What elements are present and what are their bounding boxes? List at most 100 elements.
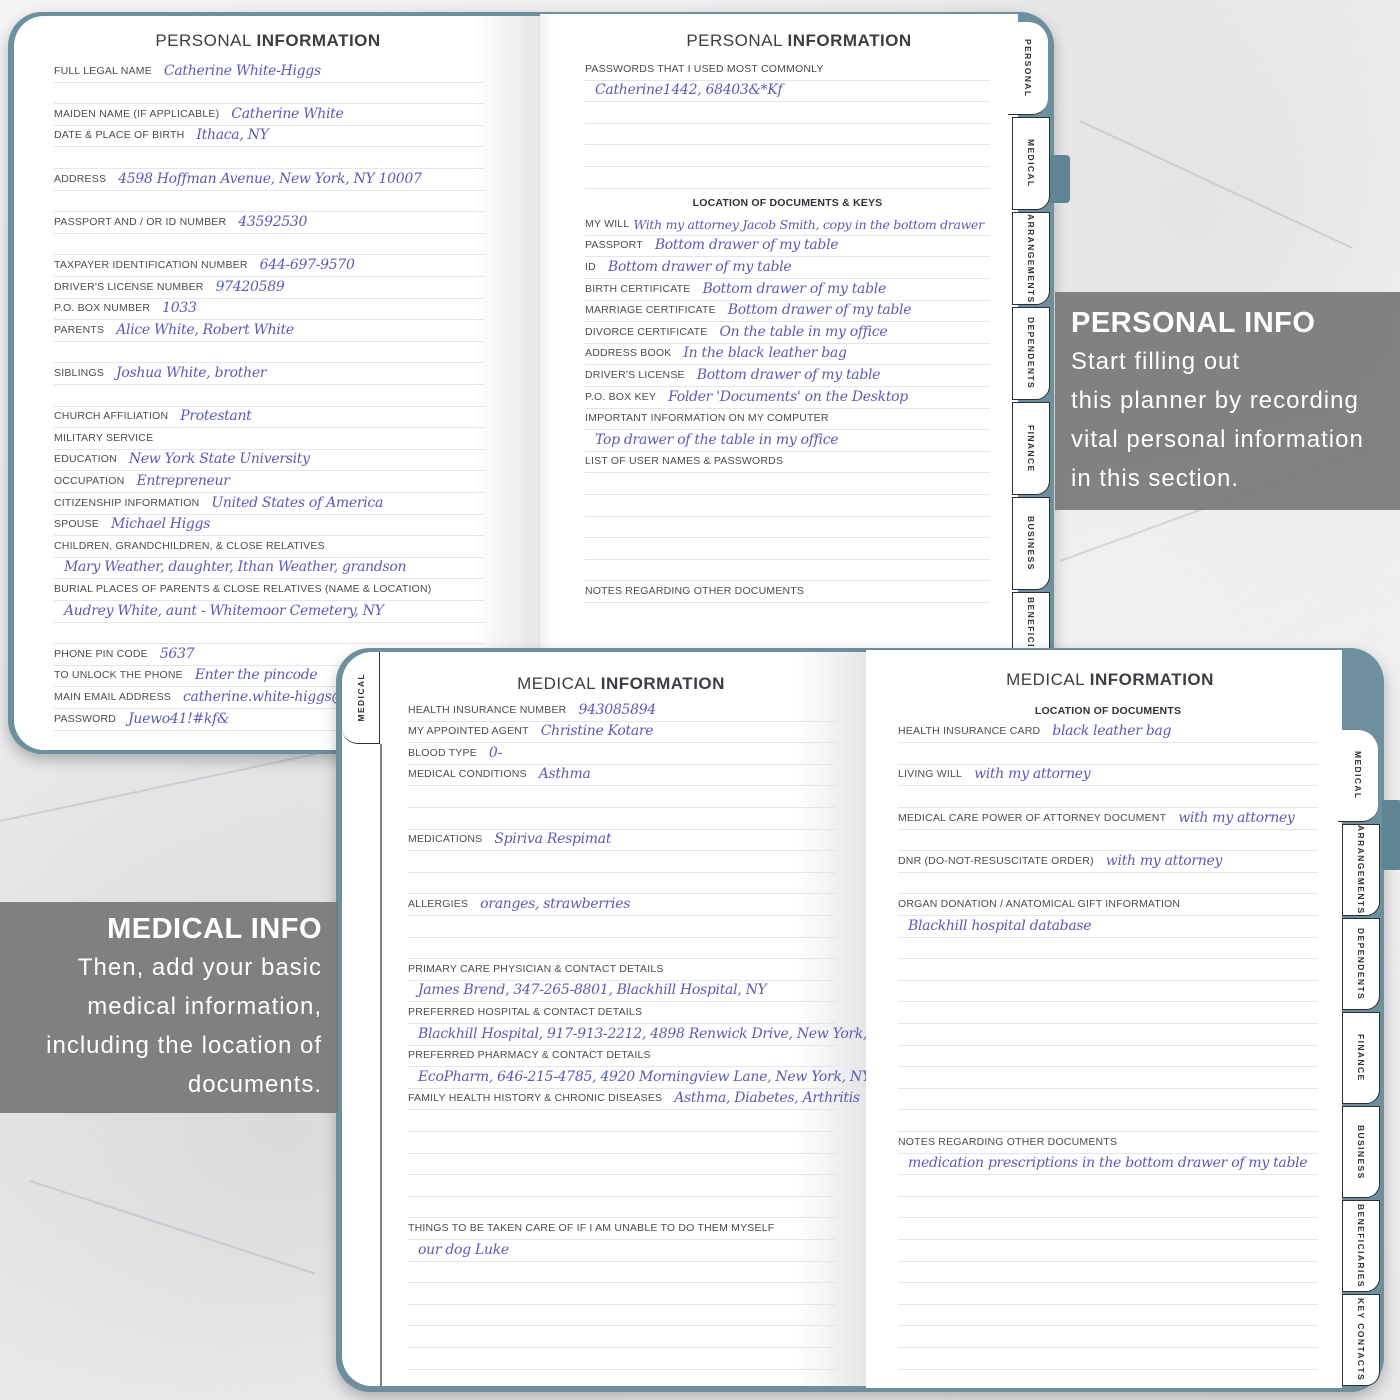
tab-business[interactable]: BUSINESS xyxy=(1012,497,1050,590)
tab-dependents[interactable]: DEPENDENTS xyxy=(1342,918,1380,1010)
handwritten-value[interactable]: 0- xyxy=(489,745,502,764)
handwritten-value[interactable]: with my attorney xyxy=(974,766,1091,785)
ruled-line xyxy=(408,1326,836,1348)
handwritten-value[interactable]: Bottom drawer of my table xyxy=(608,259,792,278)
form-row: NOTES REGARDING OTHER DOCUMENTS xyxy=(898,1132,1318,1154)
handwritten-value[interactable]: With my attorney Jacob Smith, copy in th… xyxy=(633,217,984,235)
handwritten-value[interactable]: Catherine White xyxy=(231,106,344,125)
handwritten-value[interactable]: our dog Luke xyxy=(418,1242,509,1261)
handwritten-value[interactable]: Asthma, Diabetes, Arthritis xyxy=(674,1090,860,1109)
tab-label: MEDICAL xyxy=(355,673,366,722)
handwritten-value[interactable]: Bottom drawer of my table xyxy=(697,367,881,386)
ruled-line xyxy=(408,1154,836,1176)
form-row: HEALTH INSURANCE CARD black leather bag xyxy=(898,722,1318,744)
handwritten-value[interactable]: Blackhill Hospital, 917-913-2212, 4898 R… xyxy=(418,1026,866,1045)
handwritten-value[interactable]: United States of America xyxy=(211,495,383,514)
form-row: PASSPORT Bottom drawer of my table xyxy=(585,236,990,258)
handwritten-value[interactable]: 97420589 xyxy=(216,279,285,298)
ruled-line xyxy=(898,1067,1318,1089)
form-row: MAIDEN NAME (IF APPLICABLE) Catherine Whi… xyxy=(54,104,484,126)
handwritten-value[interactable]: In the black leather bag xyxy=(683,345,846,364)
callout-line: Start filling out xyxy=(1071,348,1241,375)
ribbon-bookmark[interactable] xyxy=(1048,155,1070,203)
tab-arrangements[interactable]: ARRANGEMENTS xyxy=(1342,824,1380,916)
ruled-line xyxy=(54,385,484,407)
tab-arrangements[interactable]: ARRANGEMENTS xyxy=(1012,212,1050,305)
handwritten-value[interactable]: Bottom drawer of my table xyxy=(728,302,912,321)
handwritten-value[interactable]: Protestant xyxy=(180,408,252,427)
ruled-line xyxy=(585,538,990,560)
handwritten-value[interactable]: Mary Weather, daughter, Ithan Weather, g… xyxy=(64,559,407,578)
tab-finance[interactable]: FINANCE xyxy=(1012,402,1050,495)
handwritten-value[interactable]: Entrepreneur xyxy=(136,473,230,492)
handwritten-value[interactable]: James Brend, 347-265-8801, Blackhill Hos… xyxy=(418,982,767,1001)
tab-medical[interactable]: MEDICAL xyxy=(1012,117,1050,210)
form-row: MARRIAGE CERTIFICATE Bottom drawer of my … xyxy=(585,301,990,323)
handwritten-value[interactable]: New York State University xyxy=(129,451,310,470)
form-row: FULL LEGAL NAME Catherine White-Higgs xyxy=(54,61,484,83)
field-label: SPOUSE xyxy=(54,518,99,531)
handwritten-value[interactable]: 5637 xyxy=(160,646,195,665)
ruled-line xyxy=(54,342,484,364)
handwritten-value[interactable]: Bottom drawer of my table xyxy=(655,237,839,256)
side-tab-medical[interactable]: MEDICAL xyxy=(342,652,380,744)
handwritten-value[interactable]: Michael Higgs xyxy=(111,516,210,535)
tab-business[interactable]: BUSINESS xyxy=(1342,1106,1380,1198)
handwritten-value[interactable]: EcoPharm, 646-215-4785, 4920 Morningview… xyxy=(418,1069,866,1088)
section-heading-row: LOCATION OF DOCUMENTS xyxy=(898,700,1318,722)
handwritten-value[interactable]: Christine Kotare xyxy=(541,723,654,742)
handwritten-value[interactable]: 644-697-9570 xyxy=(260,257,355,276)
field-label: DIVORCE CERTIFICATE xyxy=(585,325,708,338)
handwritten-value[interactable]: 943085894 xyxy=(578,702,656,721)
tab-personal[interactable]: PERSONAL xyxy=(1008,22,1048,115)
handwritten-value[interactable]: Ithaca, NY xyxy=(196,127,268,146)
handwritten-value[interactable]: 1033 xyxy=(162,300,197,319)
handwritten-value[interactable]: Audrey White, aunt - Whitemoor Cemetery,… xyxy=(64,603,384,622)
handwritten-value[interactable]: Top drawer of the table in my office xyxy=(595,432,839,451)
ribbon-bookmark[interactable] xyxy=(1382,800,1400,870)
handwritten-value[interactable]: Catherine White-Higgs xyxy=(164,63,321,82)
handwritten-value[interactable]: catherine.white-higgs@w xyxy=(183,689,357,708)
field-label: CITIZENSHIP INFORMATION xyxy=(54,496,200,509)
handwritten-value[interactable]: Folder 'Documents' on the Desktop xyxy=(668,389,908,408)
tab-key-contacts[interactable]: KEY CONTACTS xyxy=(1342,1294,1380,1386)
ruled-line xyxy=(408,873,836,895)
ruled-line xyxy=(898,1348,1318,1370)
handwritten-value[interactable]: 4598 Hoffman Avenue, New York, NY 10007 xyxy=(118,171,422,190)
form-row: PREFERRED PHARMACY & CONTACT DETAILS xyxy=(408,1046,836,1068)
handwritten-value[interactable]: with my attorney xyxy=(1106,853,1223,872)
callout-line: documents. xyxy=(187,1071,322,1098)
tab-label: MEDICAL xyxy=(1353,751,1363,800)
form-row: PASSPORT AND / OR ID NUMBER 43592530 xyxy=(54,212,484,234)
handwritten-value[interactable]: Catherine1442, 68403&*Kf xyxy=(595,82,783,101)
field-label: NOTES REGARDING OTHER DOCUMENTS xyxy=(585,584,805,597)
ruled-line xyxy=(898,1197,1318,1219)
handwritten-value[interactable]: oranges, strawberries xyxy=(480,896,630,915)
handwritten-value[interactable]: On the table in my office xyxy=(719,324,887,343)
ruled-line xyxy=(408,1262,836,1284)
handwritten-value[interactable]: Juewo41!#kf& xyxy=(128,711,229,730)
ruled-line xyxy=(408,1283,836,1305)
handwritten-value[interactable]: Alice White, Robert White xyxy=(116,322,294,341)
tab-label: KEY CONTACTS xyxy=(1356,1298,1366,1382)
form-row: MY APPOINTED AGENT Christine Kotare xyxy=(408,722,836,744)
tab-medical[interactable]: MEDICAL xyxy=(1338,730,1378,822)
tab-beneficiaries[interactable]: BENEFICIARIES xyxy=(1342,1200,1380,1292)
handwritten-value[interactable]: Bottom drawer of my table xyxy=(703,281,887,300)
handwritten-value[interactable]: Enter the pincode xyxy=(195,667,318,686)
tab-dependents[interactable]: DEPENDENTS xyxy=(1012,307,1050,400)
field-label: DRIVER'S LICENSE xyxy=(585,368,685,381)
handwritten-value[interactable]: Blackhill hospital database xyxy=(908,918,1092,937)
tab-finance[interactable]: FINANCE xyxy=(1342,1012,1380,1104)
ruled-line: Catherine1442, 68403&*Kf xyxy=(585,81,990,103)
handwritten-value[interactable]: with my attorney xyxy=(1178,810,1295,829)
field-label: MAIDEN NAME (IF APPLICABLE) xyxy=(54,107,220,120)
handwritten-value[interactable]: Asthma xyxy=(539,766,591,785)
handwritten-value[interactable]: medication prescriptions in the bottom d… xyxy=(908,1155,1308,1174)
handwritten-value[interactable]: Joshua White, brother xyxy=(116,365,266,384)
right-page: PERSONAL INFORMATION PASSWORDS THAT I US… xyxy=(540,14,1018,752)
handwritten-value[interactable]: Spiriva Respimat xyxy=(494,831,611,850)
handwritten-value[interactable]: 43592530 xyxy=(238,214,307,233)
handwritten-value[interactable]: black leather bag xyxy=(1052,723,1171,742)
field-label: LIST OF USER NAMES & PASSWORDS xyxy=(585,455,784,468)
